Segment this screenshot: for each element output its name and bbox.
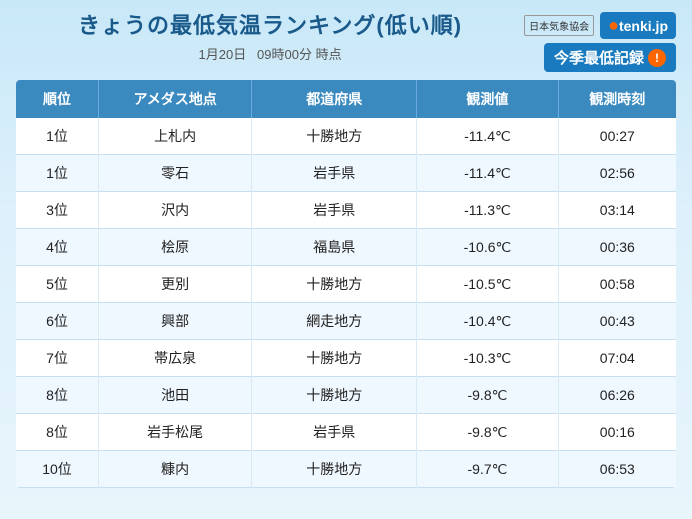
main-container: きょうの最低気温ランキング(低い順) 1月20日 09時00分 時点 日本気象協… [0, 0, 692, 519]
tenki-dot: ● [608, 15, 619, 36]
cell-prefecture: 十勝地方 [252, 377, 417, 414]
season-badge: 今季最低記録 ! [544, 43, 676, 72]
cell-rank: 4位 [16, 229, 99, 266]
main-title: きょうの最低気温ランキング(低い順) [16, 12, 524, 41]
cell-station: 池田 [99, 377, 252, 414]
header: きょうの最低気温ランキング(低い順) 1月20日 09時00分 時点 日本気象協… [16, 12, 676, 72]
cell-time: 02:56 [558, 155, 676, 192]
cell-time: 00:36 [558, 229, 676, 266]
cell-temp: -11.3℃ [417, 192, 558, 229]
table-row: 4位桧原福島県-10.6℃00:36 [16, 229, 676, 266]
cell-prefecture: 十勝地方 [252, 451, 417, 488]
cell-time: 06:26 [558, 377, 676, 414]
cell-rank: 7位 [16, 340, 99, 377]
subtitle-date: 1月20日 [199, 47, 247, 62]
jma-logo: 日本気象協会 [524, 15, 594, 36]
cell-station: 糠内 [99, 451, 252, 488]
subtitle-suffix: 時点 [316, 47, 342, 62]
cell-temp: -10.5℃ [417, 266, 558, 303]
table-row: 5位更別十勝地方-10.5℃00:58 [16, 266, 676, 303]
table-header-row: 順位 アメダス地点 都道府県 観測値 観測時刻 [16, 80, 676, 118]
cell-station: 更別 [99, 266, 252, 303]
cell-temp: -10.3℃ [417, 340, 558, 377]
table-row: 8位池田十勝地方-9.8℃06:26 [16, 377, 676, 414]
table-row: 3位沢内岩手県-11.3℃03:14 [16, 192, 676, 229]
cell-time: 07:04 [558, 340, 676, 377]
ranking-table: 順位 アメダス地点 都道府県 観測値 観測時刻 1位上札内十勝地方-11.4℃0… [16, 80, 676, 488]
cell-prefecture: 岩手県 [252, 192, 417, 229]
cell-rank: 1位 [16, 118, 99, 155]
title-area: きょうの最低気温ランキング(低い順) 1月20日 09時00分 時点 [16, 12, 524, 63]
subtitle: 1月20日 09時00分 時点 [16, 44, 524, 63]
cell-temp: -10.4℃ [417, 303, 558, 340]
cell-prefecture: 十勝地方 [252, 266, 417, 303]
table-row: 1位上札内十勝地方-11.4℃00:27 [16, 118, 676, 155]
cell-rank: 3位 [16, 192, 99, 229]
cell-temp: -10.6℃ [417, 229, 558, 266]
cell-time: 00:43 [558, 303, 676, 340]
cell-station: 岩手松尾 [99, 414, 252, 451]
exclamation-icon: ! [648, 49, 666, 67]
cell-temp: -9.7℃ [417, 451, 558, 488]
col-header-time: 観測時刻 [558, 80, 676, 118]
cell-rank: 6位 [16, 303, 99, 340]
cell-station: 沢内 [99, 192, 252, 229]
season-record-label: 今季最低記録 [554, 47, 644, 68]
cell-rank: 1位 [16, 155, 99, 192]
table-row: 8位岩手松尾岩手県-9.8℃00:16 [16, 414, 676, 451]
cell-station: 桧原 [99, 229, 252, 266]
table-row: 1位零石岩手県-11.4℃02:56 [16, 155, 676, 192]
cell-temp: -11.4℃ [417, 118, 558, 155]
cell-prefecture: 網走地方 [252, 303, 417, 340]
cell-time: 00:27 [558, 118, 676, 155]
col-header-station: アメダス地点 [99, 80, 252, 118]
subtitle-time: 09時00分 [257, 47, 312, 62]
cell-station: 零石 [99, 155, 252, 192]
cell-rank: 10位 [16, 451, 99, 488]
cell-temp: -9.8℃ [417, 377, 558, 414]
cell-prefecture: 福島県 [252, 229, 417, 266]
logo-top: 日本気象協会 ● tenki.jp [524, 12, 676, 39]
cell-prefecture: 岩手県 [252, 155, 417, 192]
cell-station: 帯広泉 [99, 340, 252, 377]
col-header-rank: 順位 [16, 80, 99, 118]
logo-area: 日本気象協会 ● tenki.jp 今季最低記録 ! [524, 12, 676, 72]
cell-prefecture: 十勝地方 [252, 340, 417, 377]
cell-time: 03:14 [558, 192, 676, 229]
cell-prefecture: 十勝地方 [252, 118, 417, 155]
cell-time: 00:16 [558, 414, 676, 451]
tenki-label: tenki.jp [619, 18, 668, 34]
cell-time: 00:58 [558, 266, 676, 303]
cell-rank: 8位 [16, 377, 99, 414]
cell-prefecture: 岩手県 [252, 414, 417, 451]
col-header-temp: 観測値 [417, 80, 558, 118]
table-row: 6位興部網走地方-10.4℃00:43 [16, 303, 676, 340]
cell-station: 興部 [99, 303, 252, 340]
col-header-prefecture: 都道府県 [252, 80, 417, 118]
cell-rank: 5位 [16, 266, 99, 303]
table-row: 7位帯広泉十勝地方-10.3℃07:04 [16, 340, 676, 377]
cell-rank: 8位 [16, 414, 99, 451]
tenki-logo: ● tenki.jp [600, 12, 676, 39]
cell-time: 06:53 [558, 451, 676, 488]
cell-station: 上札内 [99, 118, 252, 155]
cell-temp: -9.8℃ [417, 414, 558, 451]
table-row: 10位糠内十勝地方-9.7℃06:53 [16, 451, 676, 488]
cell-temp: -11.4℃ [417, 155, 558, 192]
